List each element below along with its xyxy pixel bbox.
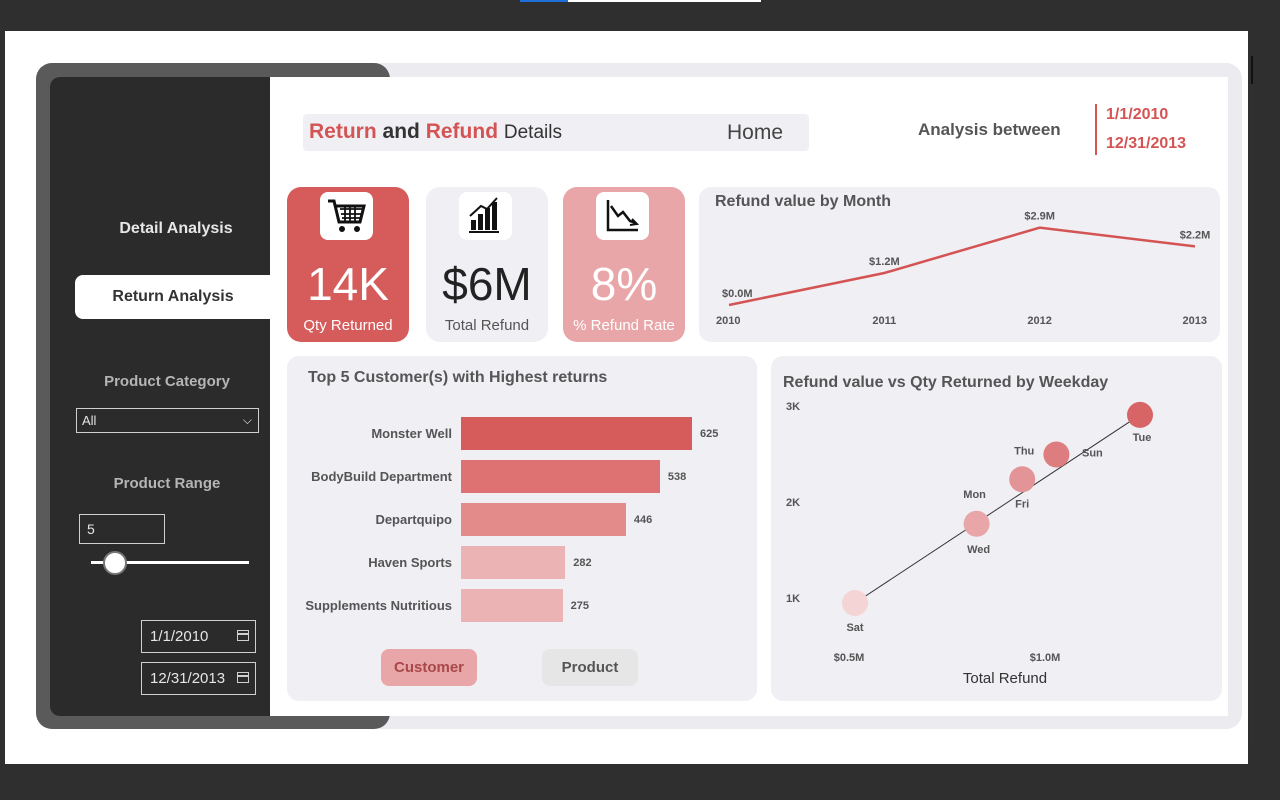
scatter-point-label: Thu bbox=[1014, 445, 1034, 457]
scatter-point bbox=[842, 590, 868, 616]
scatter-point-label: Sat bbox=[846, 622, 863, 634]
scatter-y-tick-label: 2K bbox=[786, 497, 800, 509]
scatter-point-label: Tue bbox=[1133, 432, 1152, 444]
scatter-point-label: Wed bbox=[967, 544, 990, 556]
scatter-x-tick-label: $1.0M bbox=[1030, 652, 1061, 664]
scatter-point bbox=[1043, 441, 1070, 468]
scatter-x-axis-label: Total Refund bbox=[963, 670, 1047, 687]
weekday-scatter-chart: 3K 2K 1K $0.5M $1.0M Total Refund Sat Wed Mon Fri… bbox=[786, 401, 1153, 687]
scatter-trend-line bbox=[854, 414, 1141, 604]
scatter-y-tick-label: 3K bbox=[786, 401, 800, 413]
scatter-point bbox=[1127, 401, 1153, 428]
scatter-point-label: Mon bbox=[963, 489, 986, 501]
scatter-y-tick-label: 1K bbox=[786, 593, 800, 605]
scatter-point-label: Fri bbox=[1015, 498, 1029, 510]
scatter-point bbox=[963, 510, 990, 537]
scatter-point bbox=[1009, 466, 1036, 493]
scatter-point-label: Sun bbox=[1082, 448, 1103, 460]
scatter-x-tick-label: $0.5M bbox=[834, 652, 865, 664]
